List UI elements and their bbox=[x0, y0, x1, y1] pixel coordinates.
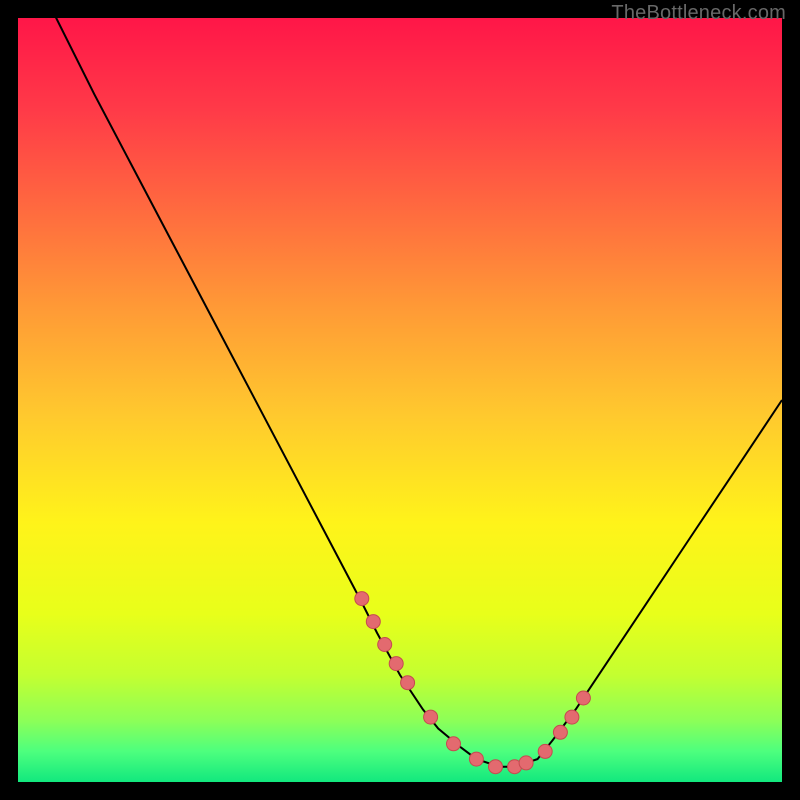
data-dot bbox=[366, 615, 380, 629]
data-dot bbox=[576, 691, 590, 705]
data-dot bbox=[401, 676, 415, 690]
data-dot bbox=[469, 752, 483, 766]
data-dot bbox=[519, 756, 533, 770]
data-dot bbox=[489, 760, 503, 774]
chart-svg bbox=[18, 18, 782, 782]
data-dot bbox=[565, 710, 579, 724]
data-dot bbox=[355, 592, 369, 606]
data-dot bbox=[538, 744, 552, 758]
attribution-text: TheBottleneck.com bbox=[611, 2, 786, 25]
data-dot bbox=[553, 725, 567, 739]
chart-frame bbox=[18, 18, 782, 782]
data-dot bbox=[389, 657, 403, 671]
data-dot bbox=[447, 737, 461, 751]
data-dot bbox=[378, 638, 392, 652]
data-dot bbox=[424, 710, 438, 724]
